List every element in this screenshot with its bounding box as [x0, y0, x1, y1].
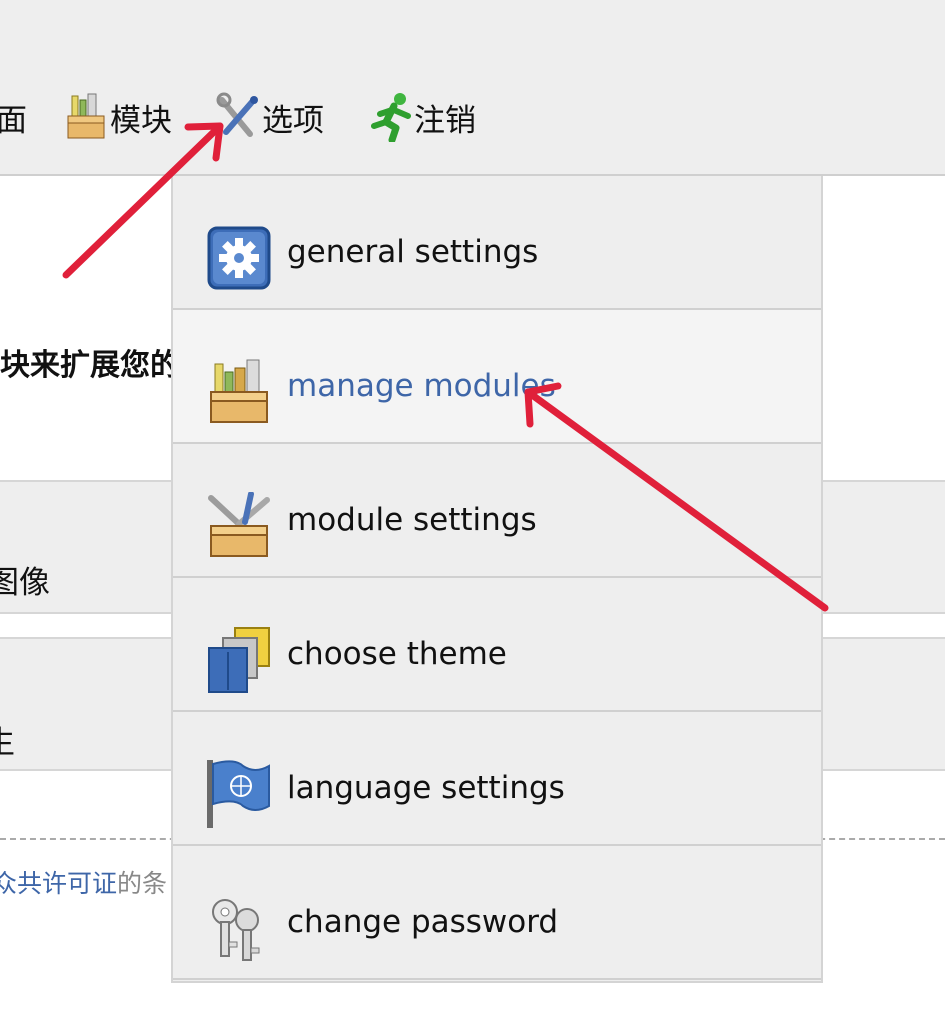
menubar-item-label: 注销 [414, 102, 476, 139]
menubar-item-modules[interactable]: 模块 [64, 92, 172, 142]
modules-box-icon [205, 358, 273, 426]
menu-item-label: choose theme [287, 636, 507, 672]
theme-shirts-icon [205, 626, 273, 694]
tools-box-icon [205, 491, 273, 560]
page-heading: 块来扩展您的 [0, 348, 180, 383]
options-dropdown-menu: general settings manage modules module s… [171, 176, 823, 983]
menu-item-label: manage modules [287, 368, 556, 404]
menubar-item-partial[interactable]: 面 [0, 92, 27, 142]
menu-item-change-password[interactable]: change password [173, 846, 821, 980]
menu-item-module-settings[interactable]: module settings [173, 444, 821, 578]
menu-item-label: module settings [287, 502, 537, 538]
menu-item-language-settings[interactable]: language settings [173, 712, 821, 846]
running-man-icon [368, 92, 412, 144]
menu-item-label: language settings [287, 770, 565, 806]
menu-item-label: change password [287, 904, 559, 940]
menu-item-choose-theme[interactable]: choose theme [173, 578, 821, 712]
content-row-text: 图像 [0, 565, 50, 601]
gear-icon [205, 224, 273, 292]
tools-icon [216, 92, 260, 142]
menubar-item-logout[interactable]: 注销 [368, 92, 476, 144]
modules-box-icon [64, 92, 108, 142]
footer-text: 众共许可证的条 [0, 864, 167, 900]
license-link[interactable]: 众共许可证 [0, 869, 117, 898]
menubar-item-label: 选项 [262, 102, 324, 139]
top-menubar: 面 模块 选项 注销 [0, 0, 945, 176]
menubar-item-label: 模块 [110, 102, 172, 139]
menu-item-general-settings[interactable]: general settings [173, 176, 821, 310]
menu-item-label: general settings [287, 234, 539, 270]
menu-item-manage-modules[interactable]: manage modules [173, 310, 821, 444]
flag-icon [205, 760, 273, 828]
menubar-item-label: 面 [0, 102, 27, 139]
footer-suffix: 的条 [117, 869, 168, 898]
keys-icon [205, 894, 273, 962]
menubar-item-options[interactable]: 选项 [216, 92, 324, 142]
content-row-text: 生 [0, 717, 15, 762]
